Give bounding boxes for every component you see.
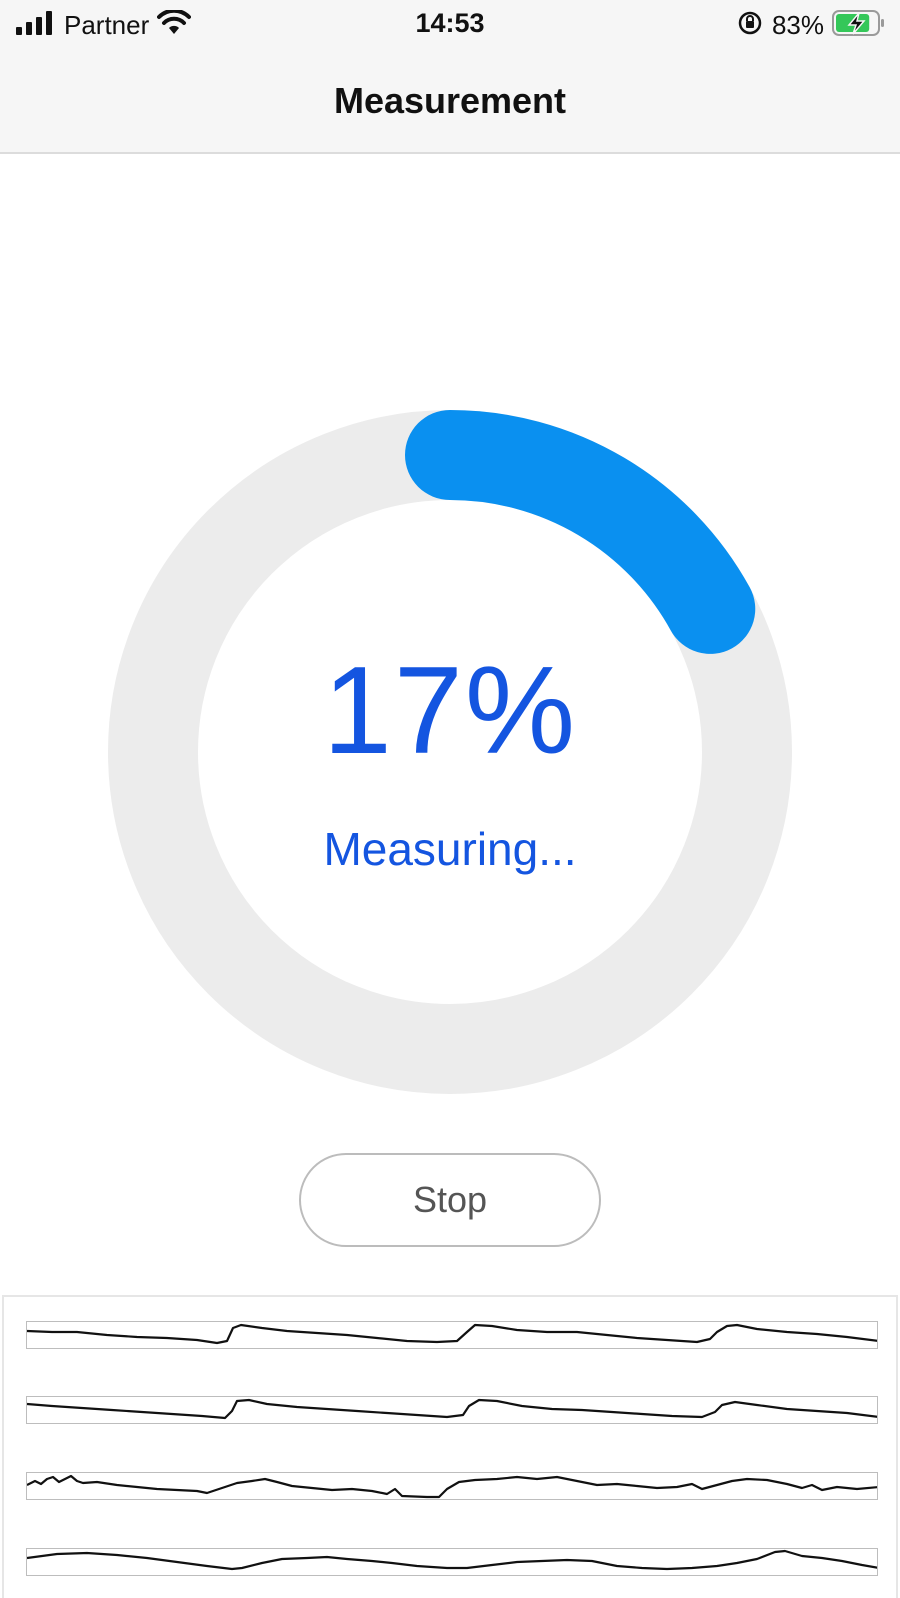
progress-ring-arc — [405, 410, 756, 654]
waveform-line — [27, 1474, 877, 1499]
waveform-channel-3 — [26, 1472, 878, 1500]
status-right: 83% — [736, 9, 886, 42]
progress-ring: 17% Measuring... — [108, 410, 792, 1094]
stop-button[interactable]: Stop — [299, 1153, 601, 1247]
progress-percent: 17% — [322, 642, 578, 780]
waveform-panel — [2, 1295, 898, 1598]
orientation-lock-icon — [736, 9, 764, 42]
battery-charging-icon — [832, 9, 886, 42]
waveform-line — [27, 1398, 877, 1420]
waveform-channel-2 — [26, 1396, 878, 1424]
status-bar: Partner 14:53 83% — [0, 0, 900, 50]
waveform-line — [27, 1323, 877, 1345]
nav-bar: Measurement — [0, 50, 900, 154]
page-title: Measurement — [333, 80, 567, 121]
progress-status: Measuring... — [323, 823, 577, 875]
waveform-channel-4 — [26, 1548, 878, 1576]
waveform-line — [27, 1549, 877, 1571]
waveform-channel-1 — [26, 1321, 878, 1349]
battery-percent: 83% — [771, 9, 824, 40]
